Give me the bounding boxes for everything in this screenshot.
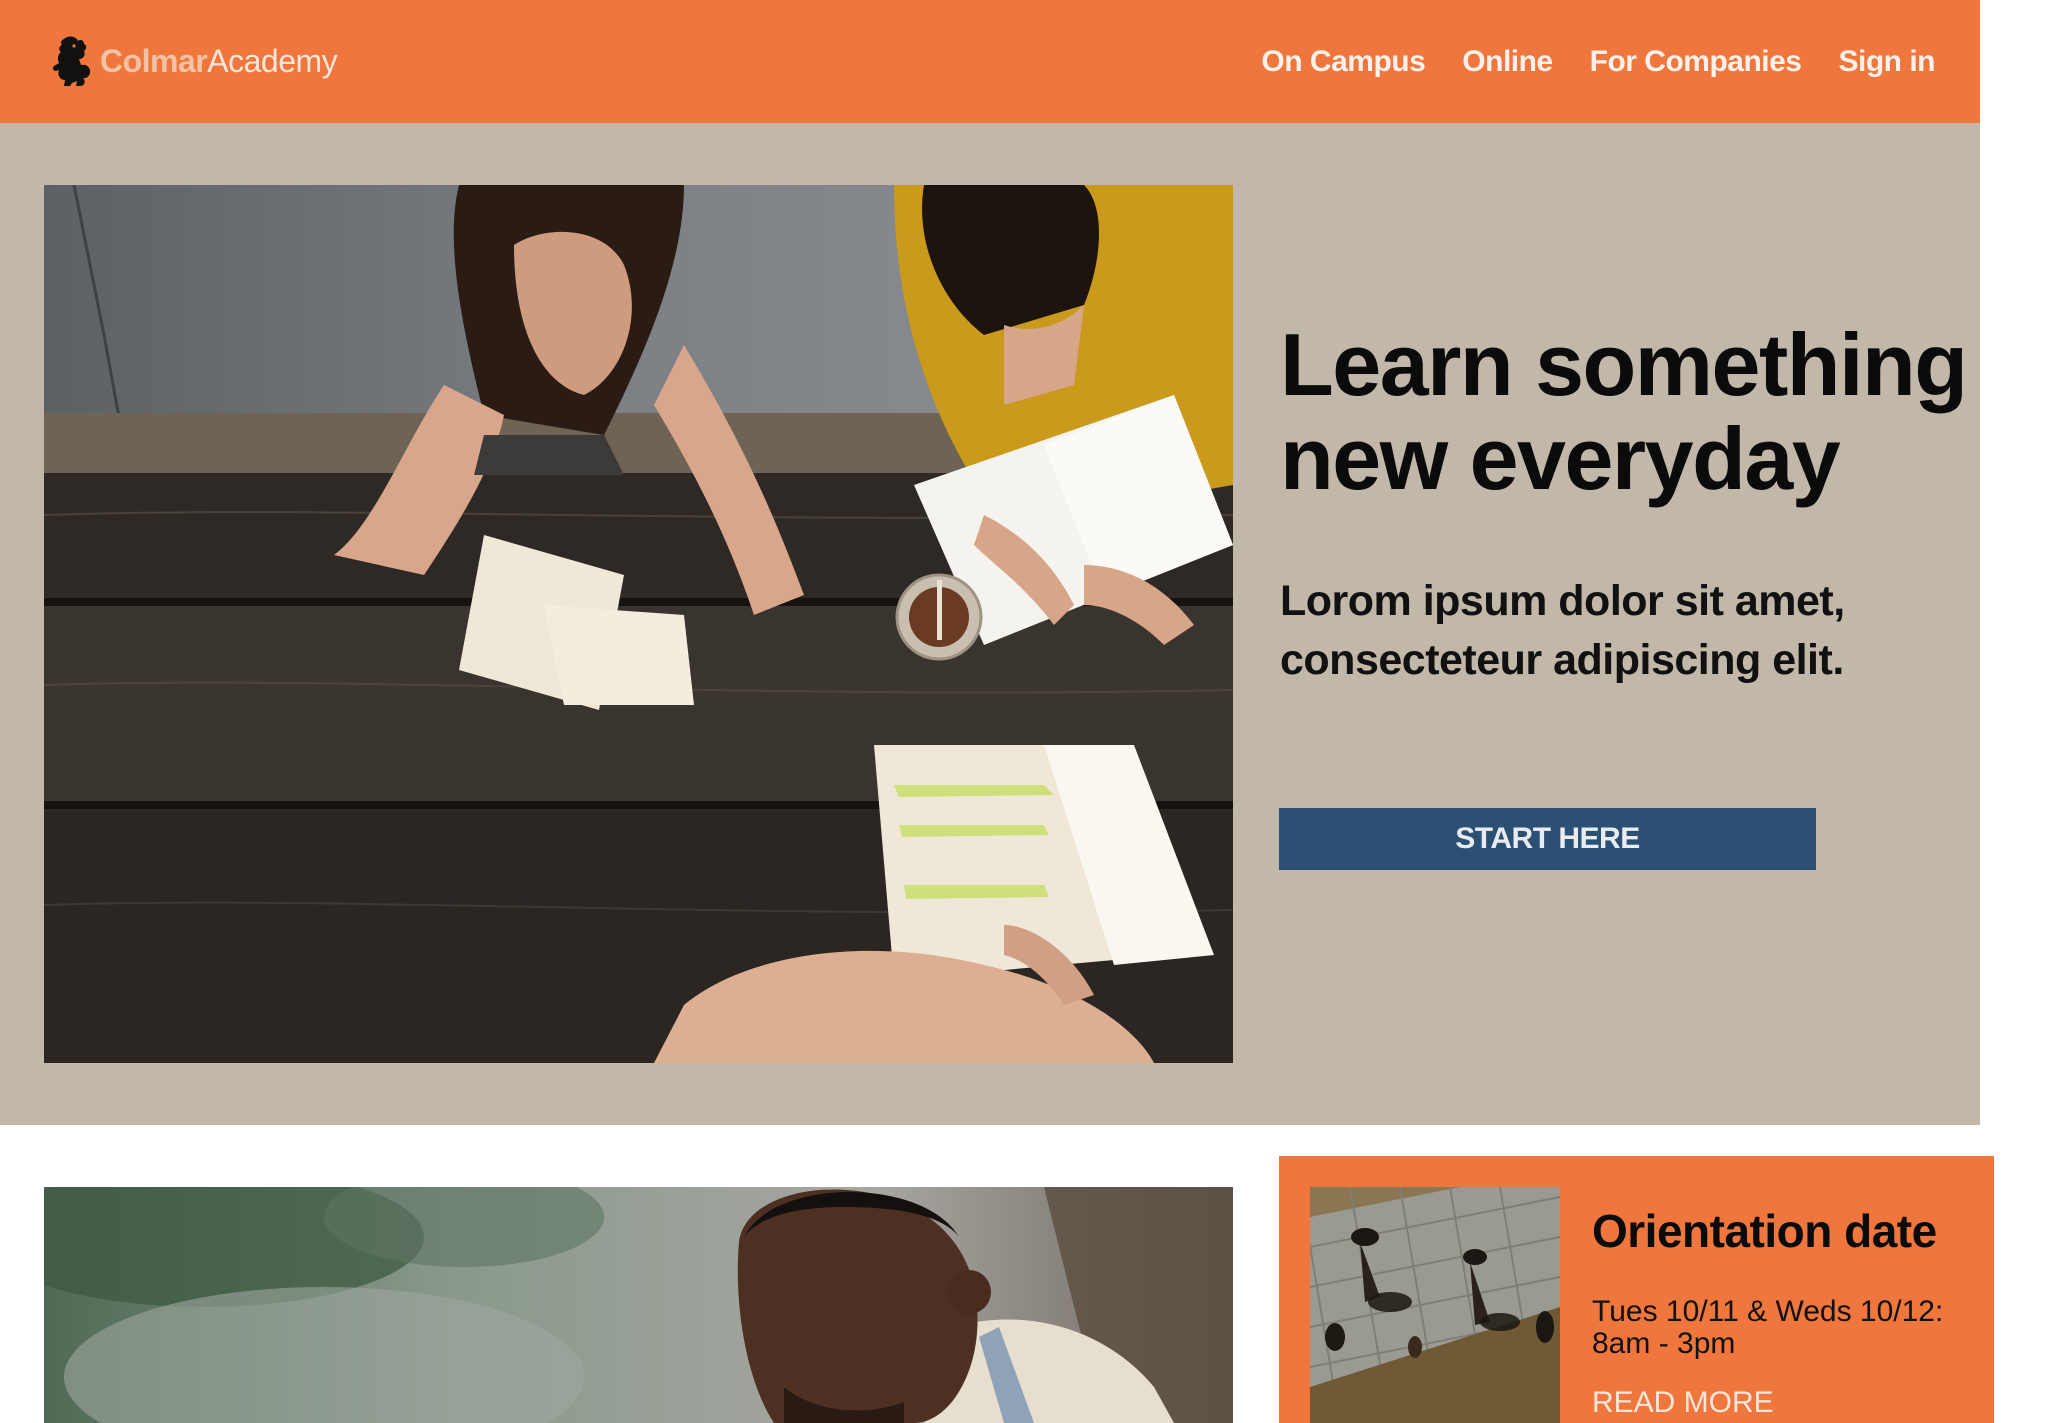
smiling-man-photo-illustration — [44, 1187, 1233, 1423]
brand-name: ColmarAcademy — [100, 42, 338, 80]
students-reading-photo-illustration — [44, 185, 1233, 1063]
event-date: Tues 10/11 & Weds 10/12: 8am - 3pm — [1592, 1295, 1944, 1360]
brand-name-part1: Colmar — [100, 42, 208, 79]
hero-subtitle-line-2: consecteteur adipiscing elit. — [1280, 636, 1844, 684]
hero-copy: Learn something new everyday Lorom ipsum… — [1280, 318, 1980, 690]
main-nav: On Campus Online For Companies Sign in — [1224, 0, 1935, 123]
event-card: Orientation date Tues 10/11 & Weds 10/12… — [1279, 1156, 1994, 1423]
nav-link-for-companies[interactable]: For Companies — [1590, 45, 1802, 79]
event-photo — [1310, 1187, 1560, 1423]
lion-rampant-icon — [52, 36, 91, 86]
top-navbar: ColmarAcademy On Campus Online For Compa… — [0, 0, 1980, 123]
hero-subtitle-line-1: Lorom ipsum dolor sit amet, — [1280, 577, 1845, 625]
brand-name-part2: Academy — [207, 42, 338, 79]
nav-link-sign-in[interactable]: Sign in — [1839, 45, 1936, 79]
read-more-link[interactable]: READ MORE — [1592, 1386, 1774, 1420]
people-walking-photo-illustration — [1310, 1187, 1560, 1423]
brand-logo-link[interactable]: ColmarAcademy — [50, 30, 338, 92]
hero-title-line-2: new everyday — [1280, 409, 1841, 508]
hero-photo — [44, 185, 1233, 1063]
hero-subtitle: Lorom ipsum dolor sit amet, consecteteur… — [1280, 572, 1980, 690]
hero-section: Learn something new everyday Lorom ipsum… — [0, 123, 1980, 1125]
nav-link-online[interactable]: Online — [1462, 45, 1553, 79]
feature-photo — [44, 1187, 1233, 1423]
nav-link-on-campus[interactable]: On Campus — [1261, 45, 1425, 79]
hero-title-line-1: Learn something — [1280, 315, 1968, 414]
start-here-button[interactable]: START HERE — [1279, 808, 1816, 870]
event-title: Orientation date — [1592, 1205, 1937, 1257]
hero-title: Learn something new everyday — [1280, 318, 1980, 506]
